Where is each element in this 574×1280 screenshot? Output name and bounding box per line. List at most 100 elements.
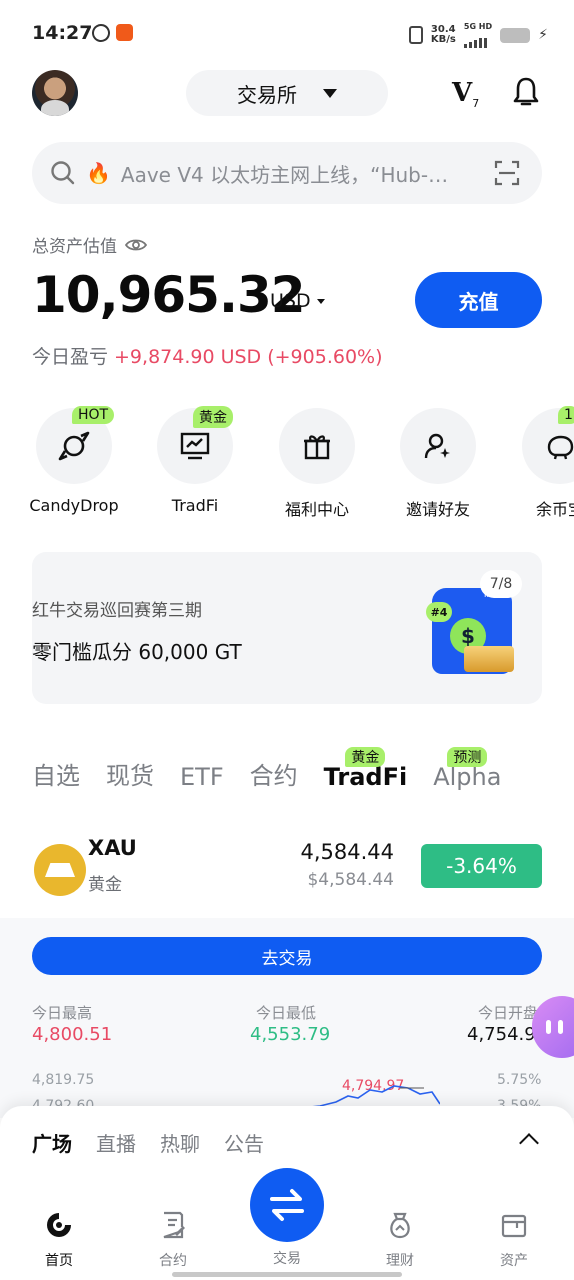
tab-square[interactable]: 广场 (32, 1128, 72, 1157)
nav-home[interactable]: 首页 (14, 1210, 104, 1270)
user-avatar[interactable] (32, 70, 78, 116)
futures-icon (163, 1211, 185, 1239)
caret-down-icon (316, 298, 325, 304)
open-label: 今日开盘 (478, 1004, 539, 1022)
tab-futures[interactable]: 合约 (250, 756, 298, 791)
count-badge: 1 (558, 406, 574, 424)
ticker-symbol: XAU (88, 836, 137, 860)
eye-icon[interactable] (125, 238, 147, 252)
home-indicator (172, 1272, 402, 1277)
today-pnl: 今日盈亏 +9,874.90 USD (+905.60%) (32, 342, 383, 369)
nav-label: 合约 (159, 1253, 187, 1269)
swap-icon (270, 1189, 304, 1221)
battery-icon (500, 27, 531, 43)
vip-level: V (452, 78, 473, 108)
high-value: 4,800.51 (32, 1024, 113, 1045)
currency-unit: USD (270, 290, 311, 312)
signal-block: 5G HD (463, 22, 493, 48)
asset-label-row: 总资产估值 (32, 232, 147, 257)
nav-label: 资产 (500, 1253, 528, 1269)
banner-page-indicator: 7/8 (480, 570, 522, 598)
quick-label: 邀请好友 (405, 500, 470, 519)
prediction-badge: 预测 (447, 747, 488, 767)
bell-icon[interactable] (512, 76, 540, 108)
quick-candydrop[interactable]: HOT CandyDrop (24, 406, 124, 515)
sheet-tabs: 广场 直播 热聊 公告 (32, 1128, 264, 1157)
banner-subtitle: 红牛交易巡回赛第三期 (32, 601, 202, 621)
hot-badge: HOT (72, 406, 115, 424)
low-value: 4,553.79 (250, 1024, 331, 1045)
deposit-button[interactable]: 充值 (415, 272, 542, 328)
nav-label: 首页 (45, 1253, 73, 1269)
vip-level-number: 7 (472, 97, 480, 111)
quick-label: 福利中心 (284, 500, 349, 519)
gold-bars-illustration (464, 646, 514, 672)
gold-badge: 黄金 (193, 406, 233, 428)
banner-title: 零门槛瓜分 60,000 GT (32, 640, 242, 664)
total-assets-label: 总资产估值 (32, 237, 117, 257)
wallet-icon (501, 1214, 527, 1238)
pnl-label: 今日盈亏 (32, 346, 109, 368)
search-bar[interactable]: 🔥 Aave V4 以太坊主网上线，“Hub-… (32, 142, 542, 204)
tab-spot[interactable]: 现货 (106, 756, 154, 791)
scan-icon[interactable] (494, 160, 520, 186)
tab-live[interactable]: 直播 (96, 1128, 136, 1157)
nav-futures[interactable]: 合约 (128, 1210, 218, 1270)
quick-rewards-center[interactable]: 福利中心 (267, 408, 367, 520)
exchange-selector[interactable]: 交易所 (186, 70, 388, 116)
hot-fire-icon: 🔥 (86, 161, 111, 185)
status-time: 14:27 (32, 22, 93, 44)
gold-coin-icon (34, 844, 86, 896)
promo-banner[interactable]: 红牛交易巡回赛第三期 零门槛瓜分 60,000 GT TradFi $ #4 7… (32, 552, 542, 704)
gold-badge: 黄金 (345, 747, 386, 767)
tab-favorites[interactable]: 自选 (32, 756, 80, 791)
home-icon (47, 1213, 71, 1237)
tab-alpha-label: Alpha (433, 763, 502, 791)
chart-pct-label: 5.75% (497, 1072, 542, 1088)
piggy-bank-icon (547, 435, 574, 460)
tab-etf[interactable]: ETF (180, 763, 224, 791)
ticker-row[interactable]: XAU 黄金 4,584.44 $4,584.44 -3.64% (32, 830, 542, 900)
vip-level-badge[interactable]: V7 (452, 78, 479, 110)
charging-icon: ⚡ (538, 27, 548, 43)
pnl-value: +9,874.90 USD (+905.60%) (114, 346, 383, 368)
net-speed: 30.4 KB/s (431, 25, 456, 45)
ticker-name: 黄金 (88, 875, 122, 895)
chart-y-label: 4,819.75 (32, 1072, 95, 1088)
market-tabs: 自选 现货 ETF 合约 TradFi 黄金 Alpha 预测 (32, 747, 502, 791)
signal-label: 5G HD (463, 22, 493, 31)
search-placeholder: Aave V4 以太坊主网上线，“Hub-… (120, 162, 449, 187)
earn-icon (390, 1212, 410, 1239)
nav-label: 交易 (273, 1251, 301, 1267)
ticker-price: 4,584.44 (300, 840, 394, 864)
swap-trade-button[interactable] (250, 1168, 324, 1242)
net-speed-unit: KB/s (430, 34, 456, 45)
nav-earn[interactable]: 理财 (355, 1210, 445, 1270)
quick-label: 余币宝 (535, 500, 574, 519)
app-badge-icon (116, 24, 133, 41)
quick-invite-friends[interactable]: 邀请好友 (388, 408, 488, 520)
nav-label: 理财 (386, 1253, 414, 1269)
tab-announcements[interactable]: 公告 (224, 1128, 264, 1157)
caret-down-icon (323, 88, 337, 98)
nav-assets[interactable]: 资产 (469, 1210, 559, 1270)
currency-selector[interactable]: USD (270, 290, 325, 312)
quick-label: TradFi (171, 496, 219, 515)
ticker-change-badge: -3.64% (421, 844, 542, 888)
tab-tradfi[interactable]: TradFi 黄金 (323, 747, 408, 791)
quick-tradfi[interactable]: 黄金 TradFi (145, 406, 245, 515)
status-indicators: 30.4 KB/s 5G HD ⚡ (408, 22, 548, 48)
search-icon (51, 161, 75, 185)
quick-savings[interactable]: 1 余币宝 (510, 406, 574, 520)
exchange-label: 交易所 (237, 82, 297, 107)
status-bar: 14:27 30.4 KB/s 5G HD ⚡ (0, 0, 574, 66)
tradfi-chart-icon (180, 432, 210, 460)
nav-trade[interactable]: 交易 (242, 1248, 332, 1268)
total-assets-value: 10,965.32 (32, 266, 306, 324)
quick-label: CandyDrop (29, 496, 119, 515)
tab-hot-chat[interactable]: 热聊 (160, 1128, 200, 1157)
low-label: 今日最低 (256, 1004, 317, 1022)
tab-tradfi-label: TradFi (323, 763, 408, 791)
go-trade-button[interactable]: 去交易 (32, 937, 542, 975)
tab-alpha[interactable]: Alpha 预测 (433, 747, 502, 791)
